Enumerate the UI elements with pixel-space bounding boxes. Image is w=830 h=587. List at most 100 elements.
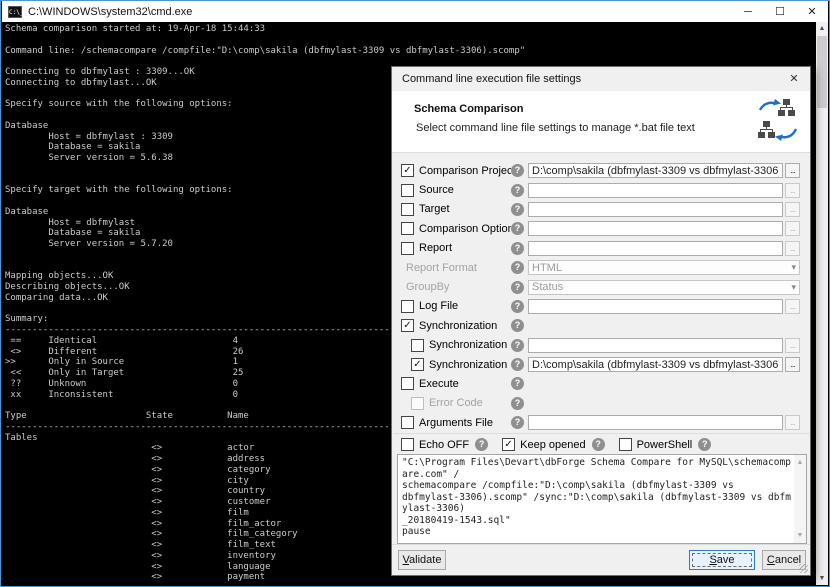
source-browse-button[interactable]: ... (785, 183, 800, 198)
log-file-browse-button[interactable]: ... (785, 299, 800, 314)
field-row-source: Source?... (393, 180, 809, 199)
execute-checkbox[interactable] (401, 377, 414, 390)
arguments-file-label: Arguments File (419, 417, 493, 429)
source-input[interactable] (528, 183, 783, 198)
validate-button[interactable]: Validate (398, 550, 446, 570)
help-icon[interactable]: ? (511, 261, 524, 274)
field-row-synchronization-options: Synchronization Options?... (393, 336, 809, 355)
help-icon[interactable]: ? (475, 438, 488, 451)
textarea-scrollbar[interactable]: ▲ ▼ (794, 455, 806, 543)
field-row-log-file: Log File?... (393, 297, 809, 316)
comparison-project-browse-button[interactable]: ... (785, 163, 800, 178)
echo-off-label: Echo OFF (419, 439, 469, 451)
keep-opened-checkbox[interactable]: ✓ (502, 438, 515, 451)
option-powershell: PowerShell? (619, 438, 712, 451)
synchronization-file-browse-button[interactable]: ... (785, 357, 800, 372)
synchronization-label: Synchronization (419, 320, 497, 332)
help-icon[interactable]: ? (511, 281, 524, 294)
dropdown-arrow-icon: ▾ (791, 262, 796, 273)
help-icon[interactable]: ? (511, 416, 524, 429)
scroll-up-icon[interactable]: ▲ (794, 456, 806, 469)
comparison-project-input[interactable] (528, 163, 783, 178)
report-format-select[interactable]: HTML▾ (528, 260, 800, 275)
comparison-options-label: Comparison Options (419, 223, 511, 235)
log-file-input[interactable] (528, 299, 783, 314)
help-icon[interactable]: ? (592, 438, 605, 451)
dropdown-arrow-icon: ▾ (791, 282, 796, 293)
field-row-comparison-options: Comparison Options?... (393, 219, 809, 238)
target-label: Target (419, 203, 450, 215)
dialog-titlebar[interactable]: Command line execution file settings ✕ (392, 67, 810, 91)
target-checkbox[interactable] (401, 203, 414, 216)
error-code-label-group: Error Code (393, 397, 511, 410)
comparison-project-checkbox[interactable]: ✓ (401, 164, 414, 177)
synchronization-file-checkbox[interactable]: ✓ (411, 358, 424, 371)
help-icon[interactable]: ? (511, 203, 524, 216)
help-icon[interactable]: ? (511, 222, 524, 235)
log-file-checkbox[interactable] (401, 300, 414, 313)
cmd-icon: C:\_ (8, 6, 22, 18)
comparison-options-browse-button[interactable]: ... (785, 221, 800, 236)
titlebar[interactable]: C:\_ C:\WINDOWS\system32\cmd.exe ─ ☐ ✕ (2, 1, 828, 22)
target-input[interactable] (528, 202, 783, 217)
field-row-groupby: GroupBy? Status▾ (393, 277, 809, 296)
scroll-down-icon[interactable]: ▼ (794, 529, 806, 542)
bat-file-text-box[interactable]: "C:\Program Files\Devart\dbForge Schema … (397, 454, 807, 544)
report-checkbox[interactable] (401, 242, 414, 255)
option-echo-off: Echo OFF? (401, 438, 488, 451)
comparison-options-input[interactable] (528, 221, 783, 236)
field-row-comparison-project: ✓ Comparison Project?... (393, 161, 809, 180)
synchronization-options-checkbox[interactable] (411, 339, 424, 352)
comparison-options-checkbox[interactable] (401, 222, 414, 235)
powershell-checkbox[interactable] (619, 438, 632, 451)
save-button[interactable]: Save (689, 550, 755, 570)
help-icon[interactable]: ? (511, 184, 524, 197)
log-file-label: Log File (419, 300, 458, 312)
synchronization-label-group: ✓ Synchronization (393, 319, 511, 332)
synchronization-options-label: Synchronization Options (429, 339, 511, 351)
error-code-label: Error Code (429, 397, 483, 409)
scroll-down-icon[interactable]: ▼ (819, 572, 826, 585)
resize-grip[interactable] (799, 564, 808, 573)
target-label-group: Target (393, 203, 511, 216)
help-icon[interactable]: ? (511, 339, 524, 352)
console-scrollbar[interactable]: ▲ ▼ (816, 22, 828, 585)
minimize-button[interactable]: ─ (732, 1, 764, 22)
dialog-options: Echo OFF?✓Keep opened?PowerShell? (401, 437, 725, 452)
source-checkbox[interactable] (401, 184, 414, 197)
error-code-checkbox[interactable] (411, 397, 424, 410)
synchronization-checkbox[interactable]: ✓ (401, 319, 414, 332)
comparison-project-label: Comparison Project (419, 165, 511, 177)
keep-opened-label: Keep opened (520, 439, 585, 451)
synchronization-file-input[interactable] (528, 357, 783, 372)
target-browse-button[interactable]: ... (785, 202, 800, 217)
help-icon[interactable]: ? (511, 377, 524, 390)
dialog-close-icon[interactable]: ✕ (784, 71, 804, 87)
help-icon[interactable]: ? (511, 164, 524, 177)
echo-off-checkbox[interactable] (401, 438, 414, 451)
arguments-file-checkbox[interactable] (401, 416, 414, 429)
report-input[interactable] (528, 241, 783, 256)
groupby-label: GroupBy (406, 281, 449, 293)
arguments-file-input[interactable] (528, 415, 783, 430)
help-icon[interactable]: ? (511, 319, 524, 332)
report-format-label-group: Report Format (393, 262, 511, 274)
report-browse-button[interactable]: ... (785, 241, 800, 256)
help-icon[interactable]: ? (511, 397, 524, 410)
help-icon[interactable]: ? (511, 242, 524, 255)
scroll-up-icon[interactable]: ▲ (819, 22, 826, 35)
synchronization-options-input[interactable] (528, 338, 783, 353)
scrollbar-thumb[interactable] (817, 36, 827, 108)
source-label-group: Source (393, 184, 511, 197)
help-icon[interactable]: ? (511, 358, 524, 371)
schema-comparison-heading: Schema Comparison (414, 103, 523, 115)
source-label: Source (419, 184, 454, 196)
close-button[interactable]: ✕ (796, 1, 828, 22)
arguments-file-browse-button[interactable]: ... (785, 415, 800, 430)
bat-file-text[interactable]: "C:\Program Files\Devart\dbForge Schema … (398, 455, 806, 538)
help-icon[interactable]: ? (511, 300, 524, 313)
groupby-select[interactable]: Status▾ (528, 280, 800, 295)
help-icon[interactable]: ? (698, 438, 711, 451)
maximize-button[interactable]: ☐ (764, 1, 796, 22)
synchronization-options-browse-button[interactable]: ... (785, 338, 800, 353)
